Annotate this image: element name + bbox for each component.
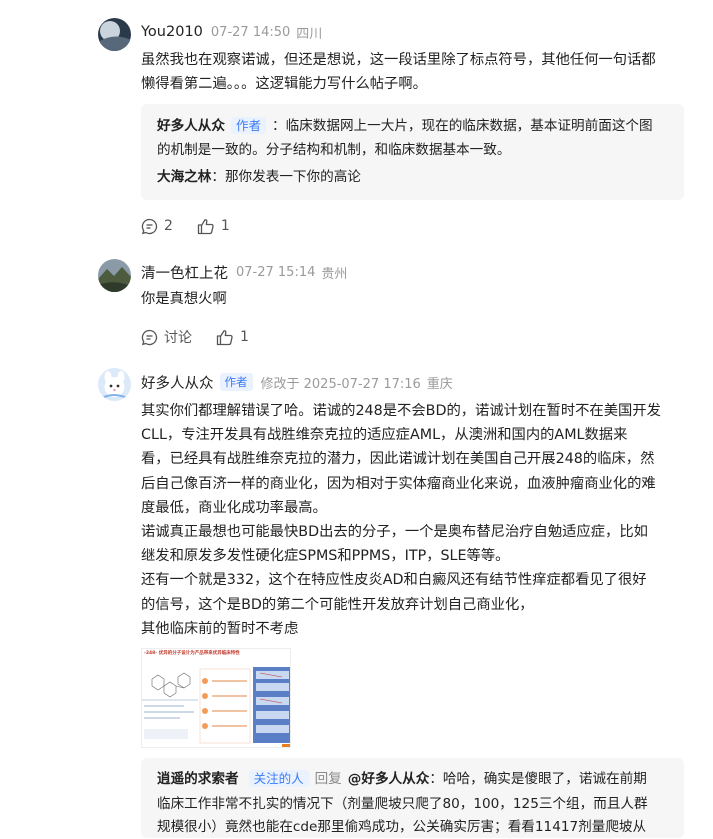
reply-text-line: ：临床数据网上一大片，现在的临床数据，基本证明前面这个图 bbox=[271, 118, 653, 134]
follow-badge: 关注的人 bbox=[248, 770, 309, 787]
author-badge: 作者 bbox=[219, 373, 253, 391]
like-count: 1 bbox=[220, 218, 230, 234]
like-button[interactable]: 1 bbox=[197, 218, 230, 235]
reply-box: 逍遥的求索者 关注的人 回复 @好多人从众：哈哈，确实是傻眼了，诺诚在前期 临床工作非… bbox=[141, 758, 684, 838]
reply-text-line: ：哈哈，确实是傻眼了，诺诚在前期 bbox=[429, 771, 647, 787]
comment-header: You2010 07-27 14:50 四川 bbox=[141, 22, 322, 42]
author-badge: 作者 bbox=[230, 117, 266, 134]
comment-text-line: 度最低，商业化成功率最高。 bbox=[141, 499, 327, 516]
avatar-qingyise[interactable] bbox=[98, 259, 131, 292]
reply-count: 2 bbox=[164, 218, 173, 234]
reply-item: 好多人从众 作者 ：临床数据网上一大片，现在的临床数据，基本证明前面这个图 bbox=[157, 114, 653, 138]
comment-text-line: 还有一个就是332，这个在特应性皮炎AD和白癜风还有结节性痒症都看见了很好 bbox=[141, 572, 647, 589]
location: 重庆 bbox=[426, 376, 453, 392]
image-caption: -248- 优异的分子设计为产品带来优异临床特性 bbox=[144, 651, 240, 656]
reply-button[interactable]: 2 bbox=[141, 218, 173, 235]
thumbs-up-icon bbox=[216, 329, 233, 345]
comment-text-line: 其实你们都理解错误了哈。诺诚的248是不会BD的，诺诚计划在暂时不在美国开发 bbox=[141, 403, 661, 419]
username[interactable]: 清一色杠上花 bbox=[141, 262, 228, 283]
comment-text: 你是真想火啊 bbox=[141, 287, 686, 311]
attached-image[interactable]: -248- 优异的分子设计为产品带来优异临床特性 bbox=[141, 648, 291, 748]
comment-text-line: 诺诚真正最想也可能最快BD出去的分子，一个是奥布替尼治疗自勉适应症，比如 bbox=[141, 524, 648, 541]
reply-text-line: 规模很小）竟然也能在cde那里偷鸡成功，公关确实厉害；看看11417剂量爬坡从 bbox=[157, 819, 647, 835]
timestamp: 修改于 2025-07-27 17:16 bbox=[260, 376, 421, 392]
slide-figure bbox=[142, 667, 290, 747]
comment-text-line: 你是真想火啊 bbox=[141, 291, 227, 307]
location: 四川 bbox=[296, 26, 323, 42]
timestamp: 07-27 14:50 bbox=[210, 24, 291, 40]
discuss-button[interactable]: 讨论 bbox=[141, 327, 192, 347]
comment-header: 好多人从众 作者 修改于 2025-07-27 17:16 重庆 bbox=[141, 372, 453, 392]
reply-text-line: ：那你发表一下你的高论 bbox=[211, 169, 361, 185]
reply-target[interactable]: @好多人从众 bbox=[348, 771, 430, 787]
like-count: 1 bbox=[240, 329, 249, 345]
timestamp: 07-27 15:14 bbox=[236, 264, 316, 280]
comment-text: 其实你们都理解错误了哈。诺诚的248是不会BD的，诺诚计划在暂时不在美国开发 C… bbox=[141, 399, 686, 641]
comment-bubble-icon bbox=[141, 218, 158, 234]
comment-text-line: 后自己像百济一样的商业化，因为相对于实体瘤商业化来说，血液肿瘤商业化的难 bbox=[141, 475, 656, 492]
discuss-label: 讨论 bbox=[164, 330, 192, 346]
comment-text-line: 继发和原发多发性硬化症SPMS和PPMS，ITP，SLE等等。 bbox=[141, 548, 510, 565]
comment-bubble-icon bbox=[141, 329, 158, 345]
reply-username[interactable]: 大海之林 bbox=[157, 169, 211, 185]
comment-text-line: 懒得看第二遍。。。这逻辑能力写什么帖子啊。 bbox=[141, 76, 427, 93]
avatar-you2010[interactable] bbox=[98, 18, 131, 51]
reply-username[interactable]: 逍遥的求索者 bbox=[157, 771, 239, 787]
comment-text-line: CLL，专注开发具有战胜维奈克拉的适应症AML，从澳洲和国内的AML数据来 bbox=[141, 427, 628, 444]
comment-text-line: 其他临床前的暂时不考虑 bbox=[141, 620, 299, 637]
reply-word: 回复 bbox=[314, 771, 342, 787]
location: 贵州 bbox=[321, 266, 348, 282]
comment-text-line: 看，已经具有战胜维奈克拉的潜力，因此诺诚计划在美国自己开展248的临床，然 bbox=[141, 451, 655, 468]
reply-box: 好多人从众 作者 ：临床数据网上一大片，现在的临床数据，基本证明前面这个图 的机制是… bbox=[141, 104, 684, 200]
username[interactable]: You2010 bbox=[141, 24, 203, 40]
reply-item: 大海之林：那你发表一下你的高论 bbox=[157, 165, 361, 189]
comment-actions: 讨论 1 bbox=[141, 326, 249, 348]
comment-text-line: 虽然我也在观察诺诚，但还是想说，这一段话里除了标点符号，其他任何一句话都 bbox=[141, 52, 656, 68]
like-button[interactable]: 1 bbox=[216, 329, 249, 346]
comment-header: 清一色杠上花 07-27 15:14 贵州 bbox=[141, 262, 347, 282]
reply-item: 逍遥的求索者 关注的人 回复 @好多人从众：哈哈，确实是傻眼了，诺诚在前期 bbox=[157, 767, 647, 791]
comment-text-line: 的信号，这个是BD的第二个可能性开发放弃计划自己商业化， bbox=[141, 596, 534, 613]
username[interactable]: 好多人从众 bbox=[141, 372, 214, 393]
reply-username[interactable]: 好多人从众 bbox=[157, 118, 225, 134]
comment-actions: 2 1 bbox=[141, 215, 230, 237]
thumbs-up-icon bbox=[197, 218, 214, 234]
reply-text-line: 的机制是一致的。分子结构和机制，和临床数据基本一致。 bbox=[157, 142, 511, 158]
reply-text-line: 临床工作非常不扎实的情况下（剂量爬坡只爬了80，100，125三个组，而且人群 bbox=[157, 796, 648, 812]
avatar-haoduoren[interactable] bbox=[98, 368, 131, 401]
comment-text: 虽然我也在观察诺诚，但还是想说，这一段话里除了标点符号，其他任何一句话都 懒得看… bbox=[141, 48, 686, 96]
